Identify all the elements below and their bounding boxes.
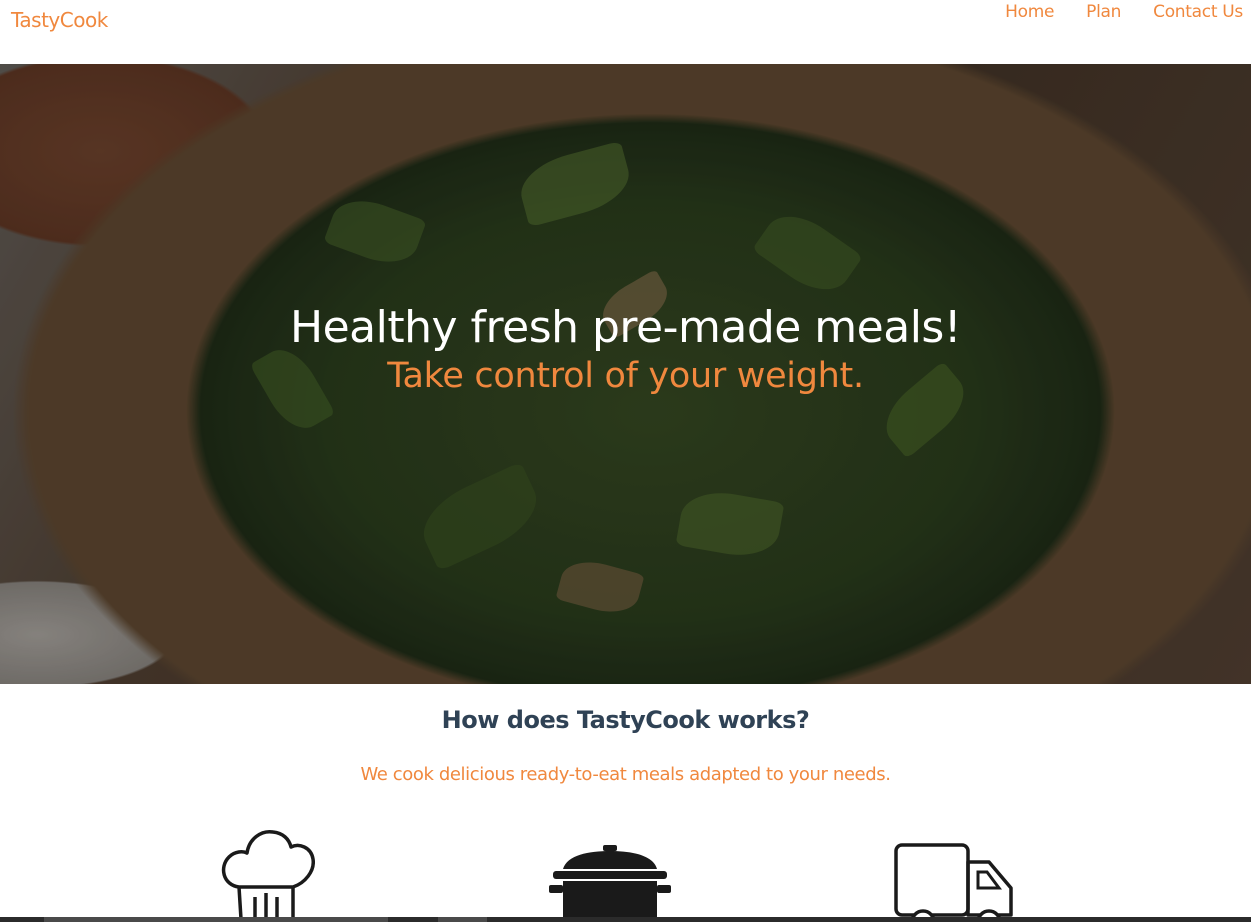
cooking-pot-icon bbox=[549, 845, 671, 922]
nav-links: Home Plan Contact Us bbox=[989, 2, 1243, 22]
chef-hat-icon bbox=[221, 830, 315, 921]
hero-subtitle: Take control of your weight. bbox=[387, 356, 864, 396]
nav-link-home[interactable]: Home bbox=[989, 2, 1070, 22]
brand-logo[interactable]: TastyCook bbox=[11, 8, 108, 32]
hero-title: Healthy fresh pre-made meals! bbox=[290, 302, 961, 353]
nav-link-plan[interactable]: Plan bbox=[1070, 2, 1137, 22]
how-it-works-subtitle: We cook delicious ready-to-eat meals ada… bbox=[360, 764, 891, 785]
how-it-works-title: How does TastyCook works? bbox=[441, 706, 810, 734]
navbar: TastyCook Home Plan Contact Us bbox=[0, 0, 1251, 64]
nav-link-contact[interactable]: Contact Us bbox=[1137, 2, 1243, 22]
delivery-truck-icon bbox=[894, 843, 1013, 922]
hero-section: Healthy fresh pre-made meals! Take contr… bbox=[0, 64, 1251, 684]
bottom-edge-strip bbox=[0, 917, 1251, 922]
